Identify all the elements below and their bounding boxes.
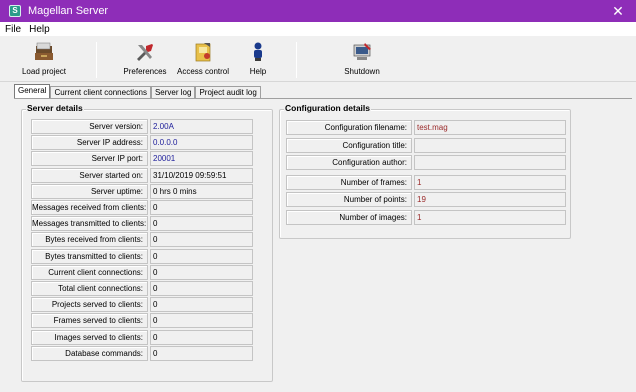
menu-bar: File Help	[0, 22, 636, 36]
app-icon: S	[9, 5, 21, 17]
server-detail-row: Server uptime: 0 hrs 0 mins	[31, 183, 253, 199]
config-detail-label: Configuration title:	[286, 137, 412, 153]
help-icon	[254, 42, 262, 61]
access-control-button[interactable]: Access control	[176, 41, 230, 76]
config-detail-label: Number of frames:	[286, 174, 412, 190]
server-detail-value: 0	[150, 281, 253, 296]
server-detail-row: Current client connections: 0	[31, 264, 253, 280]
server-detail-value: 0	[150, 345, 253, 361]
config-detail-row: Configuration title:	[286, 137, 566, 153]
server-detail-value: 0.0.0.0	[150, 135, 253, 151]
configuration-details-title: Configuration details	[284, 103, 371, 113]
server-detail-row: Projects served to clients: 0	[31, 297, 253, 313]
server-detail-value: 0	[150, 200, 253, 215]
config-detail-value	[414, 137, 566, 153]
server-detail-value: 0	[150, 248, 253, 264]
config-detail-label: Number of images:	[286, 209, 412, 225]
server-detail-label: Database commands:	[31, 345, 148, 361]
server-detail-value: 0	[150, 232, 253, 248]
server-detail-row: Database commands: 0	[31, 345, 253, 361]
tab-general[interactable]: General	[14, 84, 51, 99]
config-detail-row: Configuration author:	[286, 155, 566, 170]
server-detail-row: Server IP address: 0.0.0.0	[31, 135, 253, 151]
server-detail-label: Bytes received from clients:	[31, 232, 148, 248]
window-title: Magellan Server	[28, 5, 109, 17]
server-detail-row: Frames served to clients: 0	[31, 313, 253, 329]
load-project-label: Load project	[21, 67, 67, 76]
server-detail-value: 31/10/2019 09:59:51	[150, 167, 253, 183]
server-details-title: Server details	[26, 103, 84, 113]
config-detail-row: Number of points: 19	[286, 192, 566, 207]
config-detail-row: Number of frames: 1	[286, 174, 566, 190]
shutdown-label: Shutdown	[344, 67, 380, 76]
config-detail-value	[414, 155, 566, 170]
help-label: Help	[249, 67, 267, 76]
menu-help[interactable]: Help	[25, 24, 54, 35]
server-detail-row: Messages transmitted to clients: 0	[31, 216, 253, 232]
server-detail-value: 0	[150, 329, 253, 345]
server-detail-row: Images served to clients: 0	[31, 329, 253, 345]
title-bar: S Magellan Server ✕	[0, 0, 636, 22]
server-detail-row: Server started on: 31/10/2019 09:59:51	[31, 167, 253, 183]
config-detail-value: 1	[414, 174, 566, 190]
server-detail-label: Images served to clients:	[31, 329, 148, 345]
help-button[interactable]: Help	[246, 41, 270, 76]
server-detail-row: Messages received from clients: 0	[31, 200, 253, 215]
config-detail-value: test.mag	[414, 120, 566, 135]
tab-strip: General Current client connections Serve…	[14, 84, 261, 99]
server-detail-label: Current client connections:	[31, 264, 148, 280]
config-detail-value: 1	[414, 209, 566, 225]
server-detail-label: Total client connections:	[31, 281, 148, 296]
server-detail-label: Projects served to clients:	[31, 297, 148, 313]
preferences-button[interactable]: Preferences	[122, 41, 168, 76]
shutdown-button[interactable]: Shutdown	[342, 41, 382, 76]
server-detail-value: 0	[150, 297, 253, 313]
tab-page-general: Server details Server version: 2.00A Serve…	[14, 98, 632, 388]
config-detail-label: Configuration author:	[286, 155, 412, 170]
server-detail-value: 0	[150, 313, 253, 329]
config-detail-row: Number of images: 1	[286, 209, 566, 225]
server-detail-label: Server version:	[31, 119, 148, 134]
server-detail-label: Bytes transmitted to clients:	[31, 248, 148, 264]
menu-file[interactable]: File	[0, 24, 25, 35]
server-detail-label: Server uptime:	[31, 183, 148, 199]
server-detail-value: 2.00A	[150, 119, 253, 134]
config-detail-value: 19	[414, 192, 566, 207]
server-detail-label: Messages received from clients:	[31, 200, 148, 215]
server-detail-label: Frames served to clients:	[31, 313, 148, 329]
server-detail-row: Server IP port: 20001	[31, 151, 253, 167]
close-icon[interactable]: ✕	[600, 0, 636, 22]
server-detail-label: Server IP port:	[31, 151, 148, 167]
config-detail-row: Configuration filename: test.mag	[286, 120, 566, 135]
configuration-details-group: Configuration details Configuration file…	[279, 103, 571, 239]
load-project-icon	[35, 42, 53, 60]
access-control-icon	[195, 43, 211, 62]
server-detail-label: Server IP address:	[31, 135, 148, 151]
config-detail-label: Configuration filename:	[286, 120, 412, 135]
toolbar-separator	[96, 42, 97, 78]
server-detail-value: 20001	[150, 151, 253, 167]
toolbar: Load project Preferences Access control …	[0, 36, 636, 82]
server-detail-row: Bytes received from clients: 0	[31, 232, 253, 248]
config-detail-label: Number of points:	[286, 192, 412, 207]
server-detail-label: Server started on:	[31, 167, 148, 183]
server-detail-row: Bytes transmitted to clients: 0	[31, 248, 253, 264]
server-detail-row: Server version: 2.00A	[31, 119, 253, 134]
load-project-button[interactable]: Load project	[20, 41, 68, 76]
shutdown-icon	[353, 43, 371, 60]
server-detail-value: 0 hrs 0 mins	[150, 183, 253, 199]
access-control-label: Access control	[176, 67, 230, 76]
server-details-group: Server details Server version: 2.00A Serve…	[21, 103, 273, 382]
server-detail-label: Messages transmitted to clients:	[31, 216, 148, 232]
server-detail-value: 0	[150, 264, 253, 280]
preferences-label: Preferences	[123, 67, 167, 76]
preferences-icon	[137, 44, 153, 61]
server-detail-row: Total client connections: 0	[31, 281, 253, 296]
server-detail-value: 0	[150, 216, 253, 232]
toolbar-separator	[296, 42, 297, 78]
